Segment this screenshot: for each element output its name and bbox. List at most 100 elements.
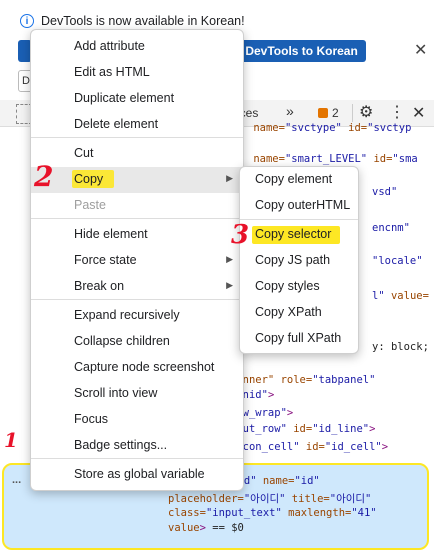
menu-item-delete-element[interactable]: Delete element <box>31 112 243 138</box>
submenu-item-copy-selector[interactable]: Copy selector <box>240 222 358 248</box>
annotation-number-3: 3 <box>231 220 250 250</box>
code-token: "아이디" <box>243 493 286 505</box>
code-token: "input_text" <box>205 507 282 519</box>
submenu-item-copy-xpath[interactable]: Copy XPath <box>240 300 358 326</box>
menu-item-collapse-children[interactable]: Collapse children <box>31 329 243 355</box>
dom-code-line[interactable]: "icon_cell" id="id_cell"> <box>230 441 388 453</box>
submenu-item-copy-full-xpath[interactable]: Copy full XPath <box>240 326 358 352</box>
dom-code-line[interactable]: name="smart_LEVEL" id="sma <box>247 153 418 165</box>
menu-item-add-attribute[interactable]: Add attribute <box>31 34 243 60</box>
menu-item-cut[interactable]: Cut <box>31 141 243 167</box>
toolbar-divider <box>352 104 353 122</box>
menu-item-label: Hide element <box>74 227 148 241</box>
menu-item-break-on[interactable]: Break on ▶ <box>31 274 243 300</box>
code-token: "id_line" <box>312 423 370 435</box>
menu-item-edit-as-html[interactable]: Edit as HTML <box>31 60 243 86</box>
menu-item-label: Force state <box>74 253 137 267</box>
dom-code-line[interactable]: _inner" role="tabpanel" <box>230 374 375 386</box>
submenu-item-label: Copy element <box>255 172 333 186</box>
code-token: "locale" <box>372 255 423 267</box>
menu-item-focus[interactable]: Focus <box>31 407 243 433</box>
code-token: title= <box>285 493 330 505</box>
dom-code-line[interactable]: l" value= <box>372 290 429 302</box>
menu-item-label: Expand recursively <box>74 308 180 322</box>
submenu-arrow-icon: ▶ <box>226 254 233 264</box>
menu-item-label: Collapse children <box>74 334 170 348</box>
code-token: "id_cell" <box>324 441 382 453</box>
banner-close-icon[interactable]: ✕ <box>414 40 427 60</box>
dom-code-line[interactable]: placeholder="아이디" title="아이디" <box>168 491 371 506</box>
banner-message: DevTools is now available in Korean! <box>41 14 245 28</box>
submenu-item-label: Copy styles <box>255 279 320 293</box>
menu-item-copy[interactable]: Copy ▶ <box>31 167 243 193</box>
issues-warning-icon[interactable] <box>318 108 328 118</box>
menu-separator <box>240 219 358 220</box>
menu-item-expand-recursively[interactable]: Expand recursively <box>31 303 243 329</box>
submenu-item-copy-element[interactable]: Copy element <box>240 167 358 193</box>
submenu-arrow-icon: ▶ <box>226 280 233 290</box>
submenu-item-copy-js-path[interactable]: Copy JS path <box>240 248 358 274</box>
code-token: "tabpanel" <box>312 374 376 386</box>
settings-gear-icon[interactable]: ⚙ <box>359 102 373 122</box>
dom-code-line[interactable]: class="input_text" maxlength="41" <box>168 507 377 519</box>
more-tabs-icon[interactable]: » <box>286 103 294 119</box>
dom-code-line[interactable]: vsd" <box>372 186 397 198</box>
code-token: role= <box>274 374 313 386</box>
menu-item-paste: Paste <box>31 193 243 219</box>
code-token: placeholder= <box>168 493 244 505</box>
menu-item-badge-settings[interactable]: Badge settings... <box>31 433 243 459</box>
dom-code-line[interactable]: "locale" <box>372 255 423 267</box>
dom-code-line[interactable]: name="svctype" id="svctyp <box>247 122 411 134</box>
code-token: "smart_LEVEL" <box>284 153 368 165</box>
code-token: name= <box>247 122 285 134</box>
annotation-number-2: 2 <box>34 160 54 193</box>
submenu-item-label: Copy XPath <box>255 305 322 319</box>
menu-item-label: Duplicate element <box>74 91 175 105</box>
menu-item-scroll-into-view[interactable]: Scroll into view <box>31 381 243 407</box>
menu-separator <box>31 458 243 459</box>
code-token: "sma <box>392 153 418 165</box>
code-token: id= <box>367 153 393 165</box>
customize-menu-icon[interactable]: ⋮ <box>389 102 405 122</box>
menu-item-store-as-global-variable[interactable]: Store as global variable <box>31 462 243 488</box>
code-token: "svctyp <box>367 122 412 134</box>
code-token: maxlength= <box>281 507 352 519</box>
code-token: id= <box>286 423 313 435</box>
submenu-item-copy-outerhtml[interactable]: Copy outerHTML <box>240 193 358 219</box>
close-devtools-icon[interactable]: ✕ <box>412 103 425 123</box>
menu-item-capture-node-screenshot[interactable]: Capture node screenshot <box>31 355 243 381</box>
menu-item-hide-element[interactable]: Hide element <box>31 222 243 248</box>
code-token: vsd" <box>372 186 398 198</box>
submenu-item-label: Copy JS path <box>255 253 331 267</box>
code-token: > <box>369 423 376 435</box>
dom-code-line[interactable]: y: block; <box>372 341 429 353</box>
copy-submenu: Copy element Copy outerHTML Copy selector C… <box>239 166 359 354</box>
code-token: l" <box>372 290 385 302</box>
menu-item-label: Cut <box>74 146 94 160</box>
code-token: "id" <box>294 475 320 487</box>
menu-item-label: Copy <box>74 172 104 186</box>
dom-code-line[interactable]: encnm" <box>372 222 410 234</box>
node-actions-dots-icon[interactable]: ... <box>12 474 21 486</box>
code-token: value= <box>384 290 429 302</box>
menu-item-label: Add attribute <box>74 39 145 53</box>
menu-separator <box>31 218 243 219</box>
menu-separator <box>31 299 243 300</box>
dom-code-line[interactable]: value> == $0 <box>168 522 244 534</box>
submenu-item-copy-styles[interactable]: Copy styles <box>240 274 358 300</box>
code-token: == $0 <box>205 522 244 534</box>
code-token: "41" <box>351 507 377 519</box>
annotation-number-1: 1 <box>4 428 18 452</box>
menu-item-label: Scroll into view <box>74 386 158 400</box>
menu-item-label: Badge settings... <box>74 438 168 452</box>
element-context-menu: Add attribute Edit as HTML Duplicate eleme… <box>30 29 244 491</box>
menu-item-force-state[interactable]: Force state ▶ <box>31 248 243 274</box>
menu-item-duplicate-element[interactable]: Duplicate element <box>31 86 243 112</box>
issues-count[interactable]: 2 <box>332 106 339 120</box>
code-token: class= <box>168 507 206 519</box>
code-token: "아이디" <box>329 493 372 505</box>
dom-code-line[interactable]: nput_row" id="id_line"> <box>230 423 375 435</box>
menu-separator <box>31 137 243 138</box>
code-token: > <box>286 407 294 419</box>
menu-item-label: Delete element <box>74 117 159 131</box>
